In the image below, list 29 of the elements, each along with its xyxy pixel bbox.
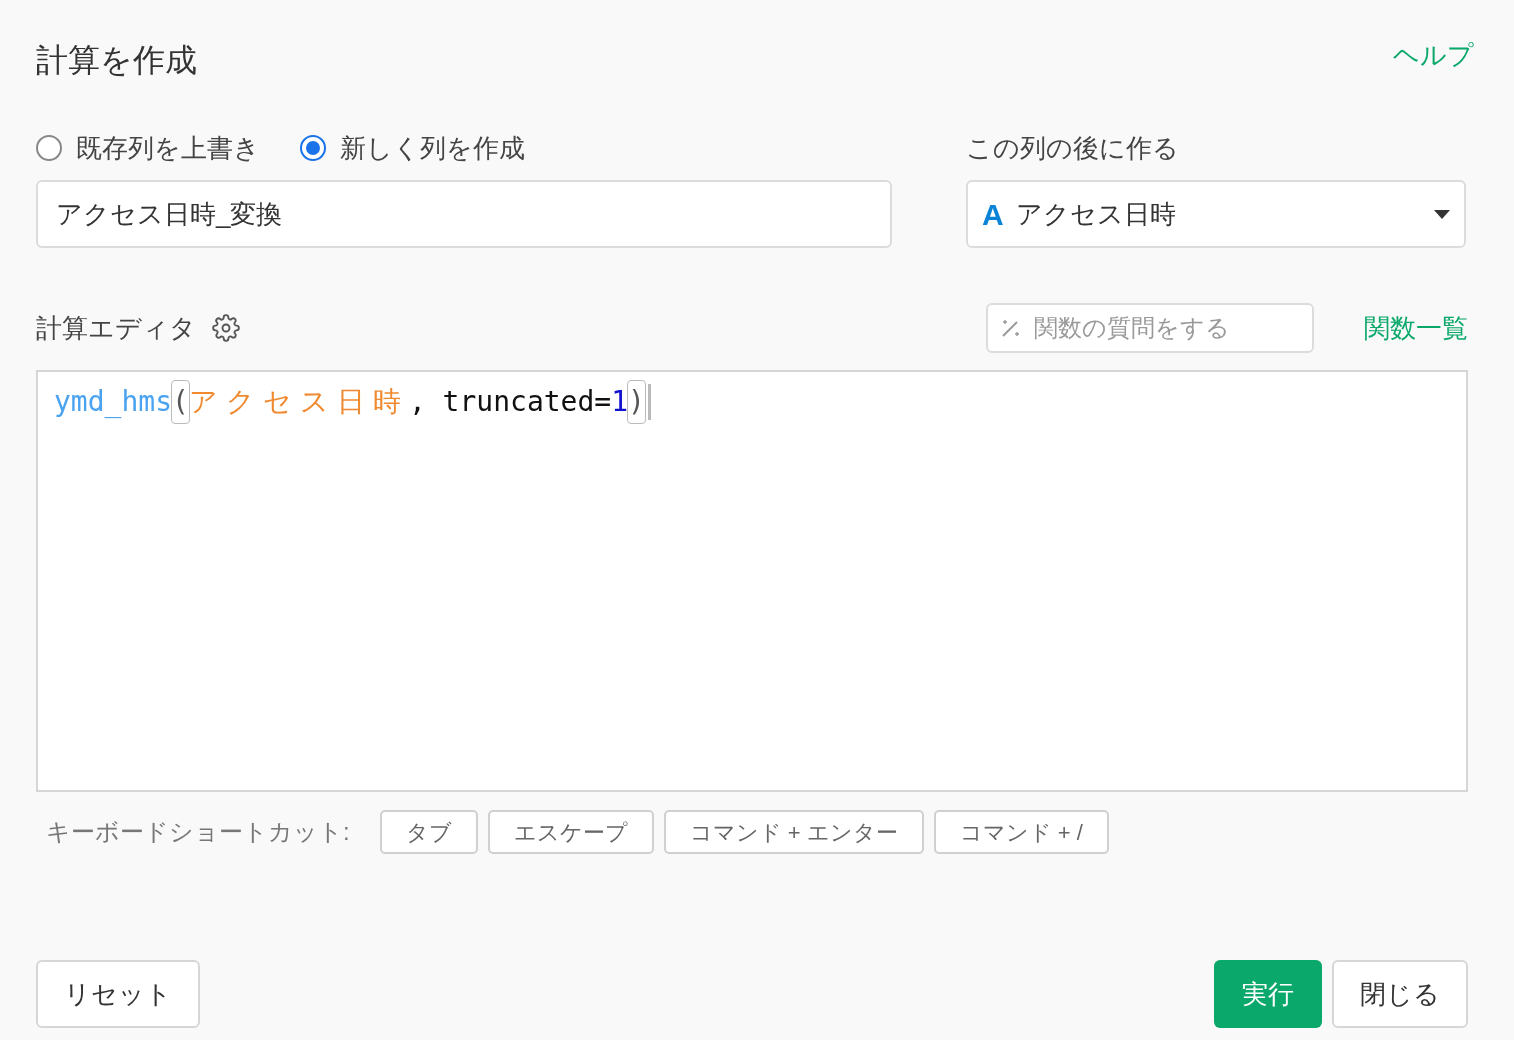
column-type-icon: A bbox=[982, 191, 1004, 237]
dialog-title: 計算を作成 bbox=[36, 41, 197, 80]
close-button[interactable]: 閉じる bbox=[1332, 960, 1468, 1028]
number-literal: 1 bbox=[611, 384, 629, 420]
shortcut-key: タブ bbox=[379, 810, 478, 854]
radio-button[interactable] bbox=[36, 135, 62, 161]
column-reference: アクセス日時 bbox=[188, 384, 409, 420]
radio-label: 既存列を上書き bbox=[76, 131, 260, 165]
shortcut-key: エスケープ bbox=[487, 810, 654, 854]
editor-label: 計算エディタ bbox=[36, 311, 196, 345]
radio-label: 新しく列を作成 bbox=[340, 131, 525, 165]
settings-icon[interactable] bbox=[212, 314, 240, 342]
reset-button[interactable]: リセット bbox=[36, 960, 200, 1028]
bracket: ( bbox=[172, 381, 189, 423]
column-dropdown[interactable]: A アクセス日時 bbox=[966, 180, 1466, 248]
ask-function-field[interactable]: 関数の質問をする bbox=[986, 303, 1314, 353]
column-name-field[interactable]: アクセス日時_変換 bbox=[36, 180, 892, 248]
code-text: , truncated= bbox=[408, 384, 612, 420]
field-label: この列の後に作る bbox=[966, 131, 1179, 165]
function-name: ymd_hms bbox=[54, 384, 172, 420]
radio-button[interactable] bbox=[300, 135, 326, 161]
text-cursor bbox=[647, 384, 651, 420]
bracket: ) bbox=[628, 381, 645, 423]
code-editor[interactable]: ymd_hms(アクセス日時, truncated=1) bbox=[36, 370, 1468, 792]
caret-icon bbox=[1434, 209, 1450, 219]
shortcuts-label: キーボードショートカット: bbox=[46, 817, 350, 847]
shortcut-key: コマンド + エンター bbox=[663, 810, 924, 854]
magic-wand-icon bbox=[1000, 317, 1022, 339]
shortcut-key: コマンド + / bbox=[933, 810, 1109, 854]
